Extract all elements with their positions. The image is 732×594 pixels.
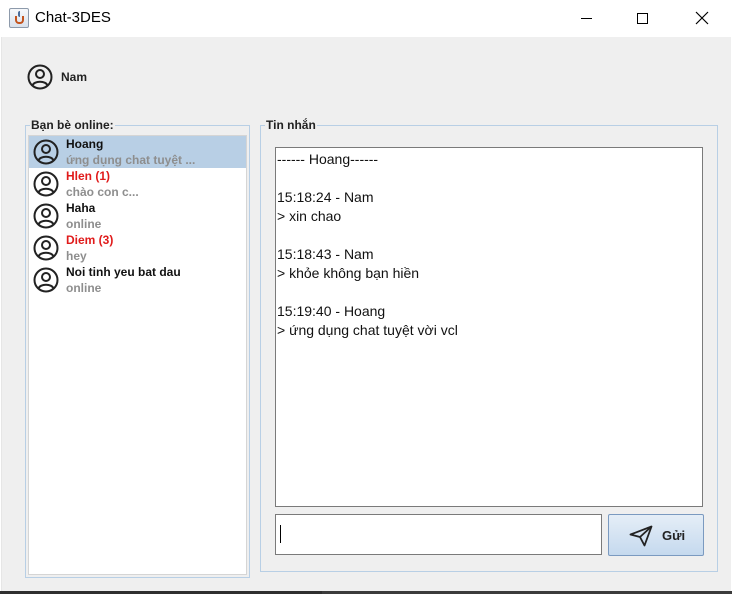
user-icon bbox=[33, 267, 59, 293]
friend-item-noi-tinh-yeu-bat-dau[interactable]: Noi tinh yeu bat dau online bbox=[29, 264, 246, 296]
friend-item-haha[interactable]: Haha online bbox=[29, 200, 246, 232]
maximize-icon bbox=[636, 12, 648, 24]
friend-last-message: chào con c... bbox=[66, 185, 139, 199]
friends-panel: Bạn bè online: Hoang ứng dụng chat tuyệt… bbox=[25, 118, 250, 578]
message-line: > ứng dụng chat tuyệt vời vcl bbox=[277, 322, 458, 338]
friend-name: Hoang bbox=[66, 137, 104, 151]
user-icon bbox=[33, 139, 59, 165]
text-caret bbox=[280, 525, 281, 543]
user-icon bbox=[27, 64, 53, 90]
friends-panel-title: Bạn bè online: bbox=[30, 118, 115, 132]
send-button[interactable]: Gửi bbox=[608, 514, 704, 556]
send-button-label: Gửi bbox=[662, 528, 686, 543]
message-line: ------ Hoang------ bbox=[277, 151, 379, 167]
message-line: > khỏe không bạn hiền bbox=[277, 265, 420, 281]
friend-name: Diem (3) bbox=[66, 233, 114, 247]
message-line: 15:18:43 - Nam bbox=[277, 246, 374, 262]
maximize-button[interactable] bbox=[619, 0, 665, 36]
friend-name: Hlen (1) bbox=[66, 169, 111, 183]
friend-last-message: ứng dụng chat tuyệt ... bbox=[66, 153, 196, 167]
friend-last-message: online bbox=[66, 281, 102, 295]
close-icon bbox=[695, 11, 709, 25]
message-line: > xin chao bbox=[277, 208, 342, 224]
message-line: 15:19:40 - Hoang bbox=[277, 303, 386, 319]
friend-name: Noi tinh yeu bat dau bbox=[66, 265, 181, 279]
message-line: 15:18:24 - Nam bbox=[277, 189, 374, 205]
paper-plane-icon bbox=[629, 525, 653, 551]
user-icon bbox=[33, 203, 59, 229]
window-title: Chat-3DES bbox=[35, 9, 111, 26]
message-line bbox=[277, 283, 701, 302]
message-line bbox=[277, 226, 701, 245]
minimize-icon bbox=[580, 17, 592, 19]
java-app-icon bbox=[9, 8, 29, 28]
minimize-button[interactable] bbox=[563, 0, 609, 36]
message-line bbox=[277, 169, 701, 188]
friend-last-message: online bbox=[66, 217, 102, 231]
messages-panel: Tin nhắn ------ Hoang------ 15:18:24 - N… bbox=[260, 118, 718, 572]
message-input[interactable] bbox=[275, 514, 602, 555]
message-history[interactable]: ------ Hoang------ 15:18:24 - Nam > xin … bbox=[275, 147, 703, 507]
friend-item-hlen[interactable]: Hlen (1) chào con c... bbox=[29, 168, 246, 200]
title-bar: Chat-3DES bbox=[0, 0, 732, 37]
current-user-name: Nam bbox=[61, 70, 88, 84]
user-icon bbox=[33, 171, 59, 197]
messages-panel-title: Tin nhắn bbox=[265, 118, 317, 132]
friend-list[interactable]: Hoang ứng dụng chat tuyệt ... Hlen (1) c… bbox=[28, 135, 247, 575]
friend-name: Haha bbox=[66, 201, 96, 215]
close-button[interactable] bbox=[679, 0, 725, 36]
friend-item-diem[interactable]: Diem (3) hey bbox=[29, 232, 246, 264]
user-icon bbox=[33, 235, 59, 261]
friend-last-message: hey bbox=[66, 249, 87, 263]
friend-item-hoang[interactable]: Hoang ứng dụng chat tuyệt ... bbox=[29, 136, 246, 168]
